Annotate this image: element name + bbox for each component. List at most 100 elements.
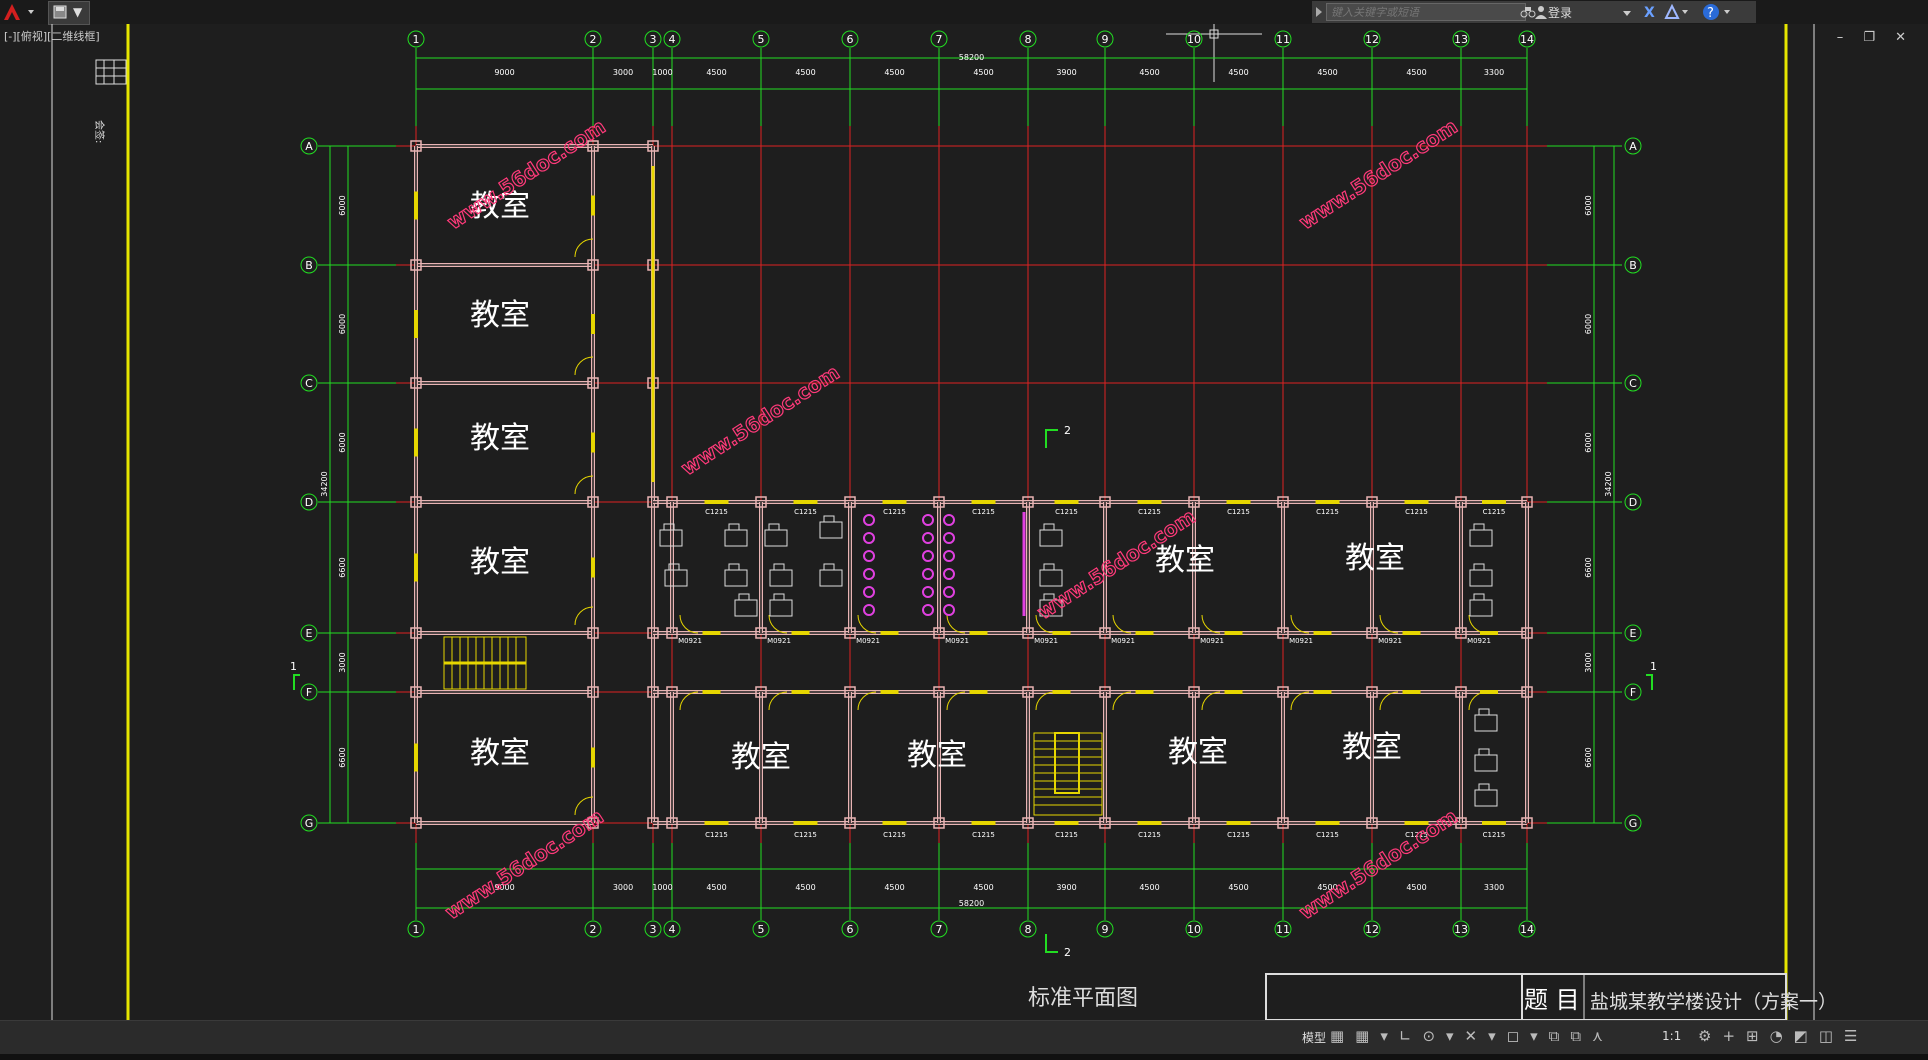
window: [702, 631, 721, 635]
dimension-text-right: 3000: [1584, 652, 1593, 672]
desk: [1474, 754, 1498, 772]
window: [880, 631, 899, 635]
room-label: 教室: [1345, 541, 1405, 576]
status-settings-icons[interactable]: ⚙+⊞◔◩◫☰: [1698, 1027, 1868, 1045]
room-label: 教室: [470, 545, 530, 580]
side-mark-label: 1: [1650, 660, 1657, 673]
autodesk-app-icon[interactable]: [1664, 4, 1690, 20]
desk: [819, 521, 843, 539]
dimension-text-left: 6000: [338, 432, 347, 452]
desk: [1469, 569, 1493, 587]
window: [1315, 821, 1340, 825]
window: [1313, 690, 1332, 694]
chevron-down-icon[interactable]: [1622, 9, 1632, 19]
app-menu-button[interactable]: [2, 2, 40, 22]
window: [1402, 631, 1421, 635]
grid-column-label: 9: [1102, 33, 1109, 46]
login-link[interactable]: 登录: [1548, 4, 1572, 21]
chair: [823, 515, 835, 523]
grid-column-label: 7: [936, 33, 943, 46]
grid-column-label: 9: [1102, 923, 1109, 936]
desk: [664, 569, 688, 587]
side-section-mark-right: [1646, 674, 1653, 690]
chair: [1043, 523, 1055, 531]
grid-row-label: A: [1629, 140, 1637, 153]
window: [969, 631, 988, 635]
window: [704, 500, 729, 504]
chair: [1478, 783, 1490, 791]
grid-row-label: D: [305, 496, 313, 509]
toilet-fixture: [922, 586, 934, 598]
door-tag: M0921: [945, 637, 969, 645]
window: [702, 690, 721, 694]
grid-column-label: 13: [1454, 33, 1468, 46]
drawing-canvas[interactable]: 会签: 112233445566778899101011111212131314…: [0, 24, 1928, 1020]
svg-text:?: ?: [1707, 6, 1714, 21]
dimension-text-bottom: 4500: [1228, 883, 1248, 892]
window: [1224, 690, 1243, 694]
grid-row-label: F: [306, 686, 312, 699]
qat-dropdown-label[interactable]: ▼: [73, 5, 82, 19]
dimension-text-top: 4500: [1139, 68, 1159, 77]
grid-column-label: 11: [1276, 33, 1290, 46]
grid-row-label: G: [1629, 817, 1638, 830]
window: [882, 500, 907, 504]
window: [414, 191, 418, 220]
door-swing: [1468, 691, 1488, 711]
window-tag: C1215: [1227, 508, 1250, 516]
svg-text:X: X: [1644, 5, 1655, 20]
window: [591, 557, 595, 578]
grid-column-label: 5: [758, 923, 765, 936]
model-space-button[interactable]: 模型: [1302, 1029, 1326, 1046]
grid-column-label: 14: [1520, 923, 1534, 936]
desk: [1474, 714, 1498, 732]
window-tag: C1215: [1483, 831, 1506, 839]
dimension-text-right: 6600: [1584, 557, 1593, 577]
desk: [734, 599, 758, 617]
exchange-icon[interactable]: X: [1642, 4, 1660, 20]
toilet-fixture: [922, 550, 934, 562]
window-tag: C1215: [705, 508, 728, 516]
door-swing: [1468, 614, 1488, 634]
help-icon[interactable]: ?: [1702, 3, 1732, 21]
window-tag: C1215: [1138, 831, 1161, 839]
dimension-text-left: 6600: [338, 747, 347, 767]
dimension-text-left: 6000: [338, 314, 347, 334]
window: [1404, 500, 1429, 504]
window: [793, 821, 818, 825]
title-block-label: 题 目: [1524, 986, 1580, 1014]
door-swing: [574, 356, 594, 376]
room-label: 教室: [470, 298, 530, 333]
dimension-text-bottom: 4500: [1406, 883, 1426, 892]
annotation-scale-button[interactable]: 1:1: [1662, 1029, 1681, 1043]
grid-column-label: 11: [1276, 923, 1290, 936]
door-tag: M0921: [1289, 637, 1313, 645]
toilet-fixture: [943, 568, 955, 580]
status-bar: 模型 ▦▦▾∟⊙▾✕▾◻▾⧉⧉⋏ 1:1 ⚙+⊞◔◩◫☰: [0, 1020, 1928, 1055]
grid-column-label: 7: [936, 923, 943, 936]
dimension-text-right: 6600: [1584, 747, 1593, 767]
chair: [768, 523, 780, 531]
dimension-text-top: 3000: [613, 68, 633, 77]
grid-row-label: E: [1630, 627, 1637, 640]
window: [1402, 690, 1421, 694]
toilet-fixture: [863, 586, 875, 598]
grid-column-label: 1: [413, 923, 420, 936]
window-tag: C1215: [1227, 831, 1250, 839]
quick-access-toolbar[interactable]: ▼: [48, 1, 90, 25]
window-tag: C1215: [1055, 508, 1078, 516]
desk: [819, 569, 843, 587]
window: [1052, 690, 1071, 694]
dimension-text-top: 4500: [795, 68, 815, 77]
search-input[interactable]: [1326, 3, 1526, 21]
desk: [724, 569, 748, 587]
chair: [1473, 563, 1485, 571]
dimension-text-bottom: 4500: [795, 883, 815, 892]
grid-column-label: 14: [1520, 33, 1534, 46]
chair: [728, 563, 740, 571]
door-swing: [857, 614, 877, 634]
status-toolbar-icons[interactable]: ▦▦▾∟⊙▾✕▾◻▾⧉⧉⋏: [1330, 1027, 1614, 1045]
autocad-logo-icon: [4, 4, 34, 20]
door-swing: [1379, 614, 1399, 634]
expand-arrow-icon[interactable]: [1314, 5, 1324, 19]
